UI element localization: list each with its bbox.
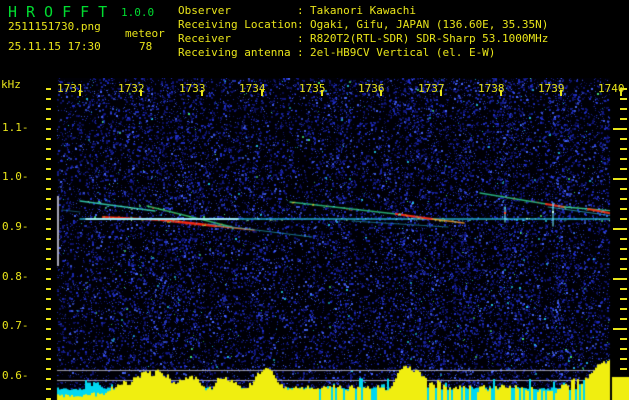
- freq-tick-right: [620, 208, 627, 210]
- time-tick: [140, 90, 142, 96]
- freq-tick-right: [620, 338, 627, 340]
- freq-label: 0.6-: [2, 369, 29, 382]
- freq-tick-left: [46, 338, 51, 340]
- freq-tick-left: [46, 368, 51, 370]
- freq-tick-right: [620, 88, 627, 90]
- freq-tick-left: [46, 348, 51, 350]
- freq-tick-right: [620, 368, 627, 370]
- freq-tick-left: [46, 118, 51, 120]
- freq-tick-right: [620, 288, 627, 290]
- freq-tick-right: [620, 218, 627, 220]
- freq-tick-left: [46, 308, 51, 310]
- freq-tick-right: [620, 188, 627, 190]
- freq-tick-left: [46, 248, 51, 250]
- freq-tick-left: [46, 228, 51, 230]
- time-tick: [321, 90, 323, 96]
- freq-tick-left: [46, 158, 51, 160]
- freq-tick-right-major: [613, 228, 627, 230]
- freq-tick-left: [46, 268, 51, 270]
- freq-tick-left: [46, 188, 51, 190]
- freq-tick-left: [46, 318, 51, 320]
- freq-tick-right: [620, 248, 627, 250]
- freq-tick-right: [620, 148, 627, 150]
- time-tick: [560, 90, 562, 96]
- freq-label: 0.9-: [2, 220, 29, 233]
- freq-tick-left: [46, 328, 51, 330]
- freq-tick-right: [620, 118, 627, 120]
- freq-tick-right: [620, 358, 627, 360]
- freq-tick-left: [46, 208, 51, 210]
- freq-tick-right: [620, 348, 627, 350]
- freq-tick-left: [46, 298, 51, 300]
- freq-tick-right: [620, 108, 627, 110]
- freq-tick-left: [46, 238, 51, 240]
- freq-tick-right: [620, 318, 627, 320]
- time-tick: [261, 90, 263, 96]
- freq-tick-left: [46, 138, 51, 140]
- freq-tick-right-major: [613, 128, 627, 130]
- freq-tick-left: [46, 88, 51, 90]
- freq-tick-left: [46, 378, 51, 380]
- freq-tick-left: [46, 148, 51, 150]
- freq-tick-left: [46, 108, 51, 110]
- freq-tick-left: [46, 168, 51, 170]
- freq-tick-right: [620, 158, 627, 160]
- freq-tick-left: [46, 98, 51, 100]
- freq-tick-right-major: [613, 328, 627, 330]
- freq-tick-right: [620, 268, 627, 270]
- freq-tick-right: [620, 98, 627, 100]
- time-tick: [440, 90, 442, 96]
- time-tick: [500, 90, 502, 96]
- freq-tick-right: [620, 258, 627, 260]
- time-tick: [79, 90, 81, 96]
- freq-axis-unit: kHz: [1, 78, 21, 91]
- freq-tick-left: [46, 388, 51, 390]
- freq-tick-right: [620, 308, 627, 310]
- freq-tick-right: [620, 168, 627, 170]
- freq-tick-right-major: [613, 178, 627, 180]
- freq-label: 0.7-: [2, 319, 29, 332]
- freq-label: 1.1-: [2, 121, 29, 134]
- hrofft-screen: { "header": { "app_title": "HROFFT", "ap…: [0, 0, 629, 400]
- freq-tick-left: [46, 128, 51, 130]
- freq-tick-left: [46, 198, 51, 200]
- freq-tick-left: [46, 288, 51, 290]
- freq-tick-left: [46, 278, 51, 280]
- freq-tick-right: [620, 298, 627, 300]
- freq-label: 1.0-: [2, 170, 29, 183]
- time-tick: [380, 90, 382, 96]
- freq-tick-right: [620, 198, 627, 200]
- axes-overlay: 1731 1732 1733 1734 1735 1736 1737 1738 1739 1740…: [0, 0, 629, 400]
- freq-tick-left: [46, 258, 51, 260]
- freq-tick-left: [46, 218, 51, 220]
- time-tick: [620, 90, 622, 96]
- freq-tick-left: [46, 178, 51, 180]
- freq-label: 0.8-: [2, 270, 29, 283]
- freq-tick-right: [620, 138, 627, 140]
- freq-tick-left: [46, 358, 51, 360]
- freq-tick-right: [620, 238, 627, 240]
- time-tick: [201, 90, 203, 96]
- freq-tick-right-major: [613, 278, 627, 280]
